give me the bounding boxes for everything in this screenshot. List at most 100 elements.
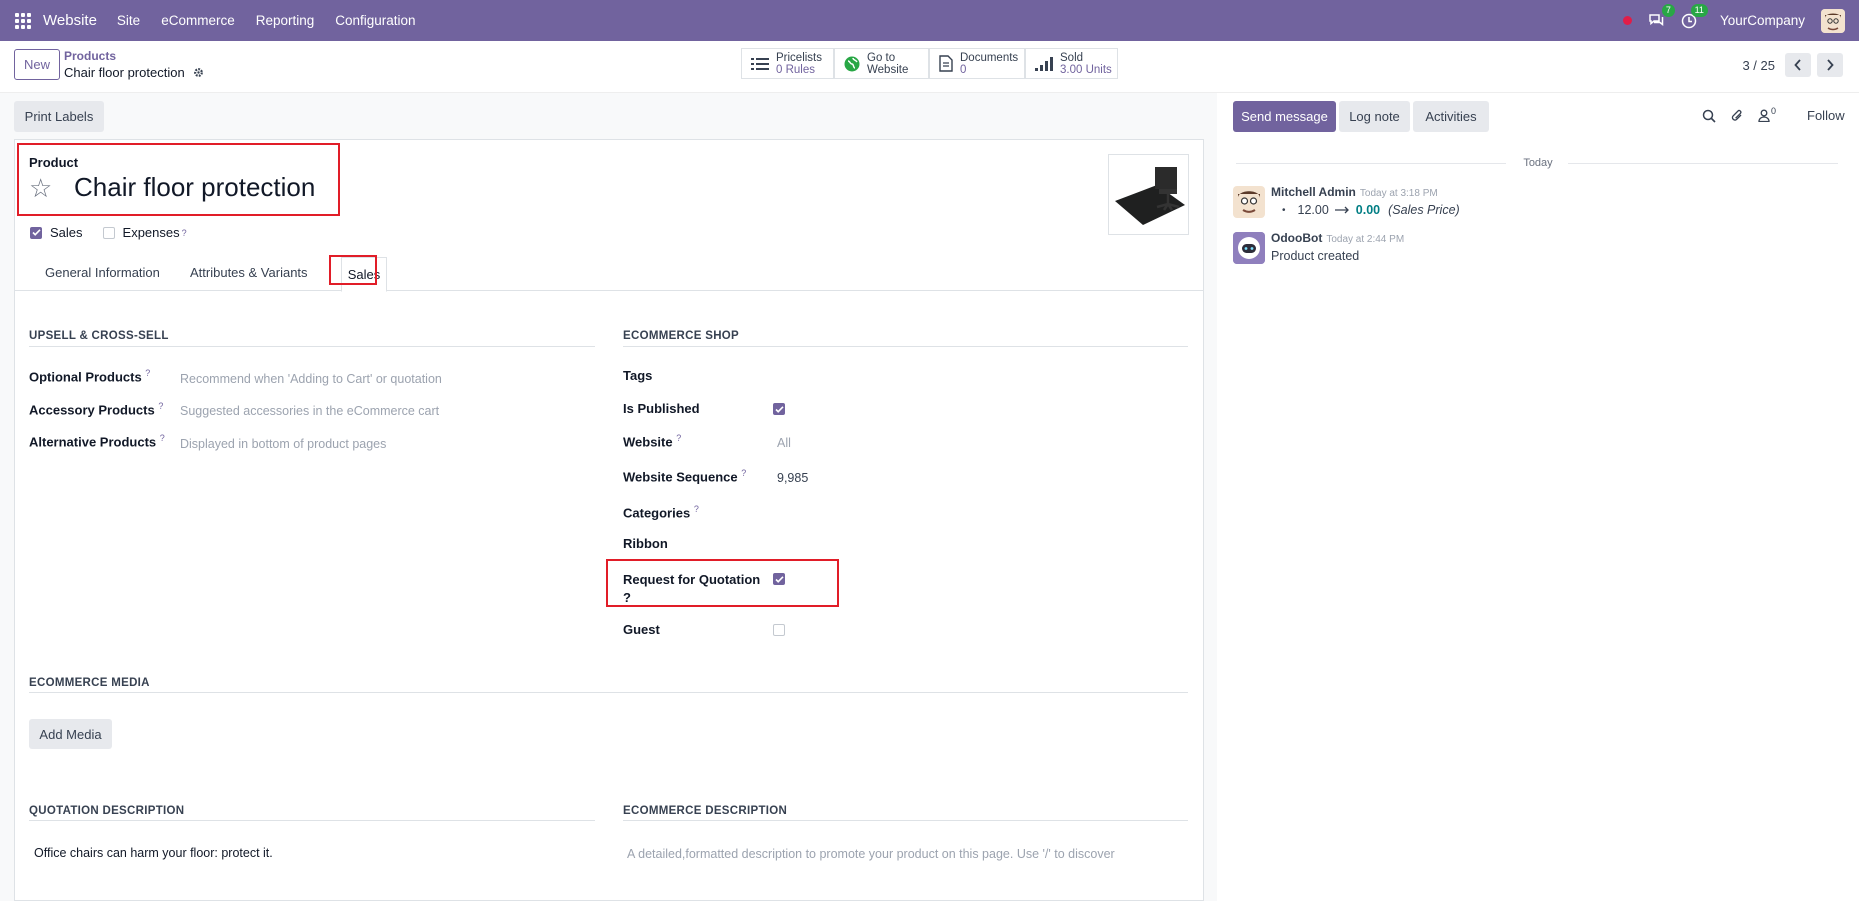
alternative-products-label: Alternative Products ? xyxy=(29,433,165,450)
mitchell-admin-avatar[interactable] xyxy=(1233,186,1265,218)
smart-label: Pricelists xyxy=(776,51,823,64)
expenses-checkbox-label: Expenses xyxy=(122,225,180,240)
message-author[interactable]: Mitchell Admin Today at 3:18 PM xyxy=(1271,185,1438,199)
send-message-button[interactable]: Send message xyxy=(1233,101,1336,132)
previous-record-button[interactable] xyxy=(1785,53,1811,77)
smart-label: Sold xyxy=(1060,51,1084,64)
chatter-topbar-actions: 0 Follow xyxy=(1702,106,1845,123)
quotation-description-title: QUOTATION DESCRIPTION xyxy=(29,805,185,817)
upsell-divider xyxy=(29,346,595,347)
is-published-checkbox[interactable] xyxy=(773,403,785,415)
menu-configuration[interactable]: Configuration xyxy=(335,13,415,28)
website-select[interactable]: All xyxy=(777,436,791,450)
website-sequence-input[interactable]: 9,985 xyxy=(777,471,808,485)
smart-value: 0 xyxy=(960,63,967,76)
next-record-button[interactable] xyxy=(1817,53,1843,77)
gear-icon[interactable] xyxy=(193,67,204,78)
accessory-products-label: Accessory Products ? xyxy=(29,401,164,418)
apps-menu-icon[interactable] xyxy=(15,12,31,29)
smart-label: Go to xyxy=(867,51,896,64)
is-published-label: Is Published xyxy=(623,401,700,416)
quotation-description-field[interactable]: Office chairs can harm your floor: prote… xyxy=(34,846,273,860)
chevron-left-icon xyxy=(1794,59,1801,71)
bar-chart-icon xyxy=(1035,56,1053,71)
new-button[interactable]: New xyxy=(14,49,60,80)
follow-button[interactable]: Follow xyxy=(1807,108,1845,123)
quotation-divider xyxy=(29,820,595,821)
menu-reporting[interactable]: Reporting xyxy=(256,13,315,28)
activities-button[interactable]: Activities xyxy=(1413,101,1489,132)
paperclip-icon[interactable] xyxy=(1730,108,1744,123)
tracking-value-change: • 12.00 0.00 (Sales Price) xyxy=(1282,203,1460,217)
control-panel: New Products Chair floor protection Pric… xyxy=(0,41,1859,93)
notebook-tabs: General Information Attributes & Variant… xyxy=(14,257,1204,292)
user-icon xyxy=(1758,109,1770,122)
go-to-website-smart-button[interactable]: Go to Website xyxy=(834,48,929,79)
pager-value[interactable]: 3 / 25 xyxy=(1742,58,1775,73)
app-name[interactable]: Website xyxy=(43,12,97,29)
top-navbar: Website Site eCommerce Reporting Configu… xyxy=(0,0,1859,41)
activity-count-badge: 11 xyxy=(1690,4,1708,17)
categories-label: Categories ? xyxy=(623,504,699,521)
accessory-products-input[interactable]: Suggested accessories in the eCommerce c… xyxy=(180,404,439,418)
expenses-help-icon[interactable]: ? xyxy=(182,228,187,238)
guest-checkbox[interactable] xyxy=(773,624,785,636)
ecommerce-shop-section-title: ECOMMERCE SHOP xyxy=(623,330,740,342)
optional-products-label: Optional Products ? xyxy=(29,368,151,385)
list-icon xyxy=(751,57,769,70)
breadcrumb-current: Chair floor protection xyxy=(64,65,204,80)
record-pager: 3 / 25 xyxy=(1742,53,1843,77)
expenses-checkbox[interactable] xyxy=(102,226,115,239)
smart-label: Documents xyxy=(960,51,1019,64)
alternative-products-input[interactable]: Displayed in bottom of product pages xyxy=(180,437,386,451)
odoobot-avatar[interactable] xyxy=(1233,232,1265,264)
sold-smart-button[interactable]: Sold 3.00 Units xyxy=(1025,48,1118,79)
favorite-star-icon[interactable]: ☆ xyxy=(29,175,52,201)
request-for-quotation-label: Request for Quotation? xyxy=(623,572,761,605)
company-switcher[interactable]: YourCompany xyxy=(1720,13,1805,28)
form-sheet xyxy=(14,139,1204,901)
document-icon xyxy=(939,55,953,72)
message-body: Product created xyxy=(1271,249,1360,263)
followers-count: 0 xyxy=(1771,106,1777,116)
optional-products-input[interactable]: Recommend when 'Adding to Cart' or quota… xyxy=(180,372,442,386)
chat-icon[interactable]: 7 xyxy=(1648,4,1675,29)
globe-icon xyxy=(844,56,860,71)
website-sequence-label: Website Sequence ? xyxy=(623,468,747,485)
product-name-field[interactable]: Chair floor protection xyxy=(74,172,315,203)
message-author[interactable]: OdooBot Today at 2:44 PM xyxy=(1271,231,1404,245)
highlight-sales-tab xyxy=(329,255,377,285)
ribbon-label: Ribbon xyxy=(623,536,668,551)
breadcrumb-parent[interactable]: Products xyxy=(64,49,116,63)
log-note-button[interactable]: Log note xyxy=(1339,101,1410,132)
activity-clock-icon[interactable]: 11 xyxy=(1681,4,1708,29)
search-icon[interactable] xyxy=(1702,109,1716,123)
message-timestamp: Today at 3:18 PM xyxy=(1359,188,1438,199)
recording-indicator-icon[interactable] xyxy=(1622,16,1632,25)
documents-smart-button[interactable]: Documents 0 xyxy=(929,48,1025,79)
followers-button[interactable]: 0 xyxy=(1758,106,1777,122)
menu-site[interactable]: Site xyxy=(117,13,140,28)
media-divider xyxy=(29,692,1188,693)
upsell-section-title: UPSELL & CROSS-SELL xyxy=(29,330,169,342)
website-label: Website ? xyxy=(623,433,682,450)
menu-ecommerce[interactable]: eCommerce xyxy=(161,13,235,28)
user-avatar[interactable] xyxy=(1821,8,1845,33)
chevron-right-icon xyxy=(1827,59,1834,71)
ecommerce-description-editor[interactable]: A detailed,formatted description to prom… xyxy=(627,847,1187,869)
sales-checkbox[interactable] xyxy=(30,226,42,239)
smart-value: 0 Rules xyxy=(776,63,815,76)
ecommerce-description-divider xyxy=(623,820,1188,821)
sales-checkbox-group: Sales Expenses ? xyxy=(30,225,187,240)
request-for-quotation-checkbox[interactable] xyxy=(773,573,785,585)
date-separator: Today xyxy=(1523,157,1553,169)
tab-general-information[interactable]: General Information xyxy=(45,265,160,280)
add-media-button[interactable]: Add Media xyxy=(29,719,112,749)
new-value: 0.00 xyxy=(1355,203,1381,217)
ecommerce-description-title: ECOMMERCE DESCRIPTION xyxy=(623,805,788,817)
tab-attributes-variants[interactable]: Attributes & Variants xyxy=(190,265,308,280)
pricelists-smart-button[interactable]: Pricelists 0 Rules xyxy=(741,48,834,79)
product-image[interactable] xyxy=(1108,154,1189,235)
print-labels-button[interactable]: Print Labels xyxy=(14,101,104,132)
tracked-field: (Sales Price) xyxy=(1388,203,1460,217)
